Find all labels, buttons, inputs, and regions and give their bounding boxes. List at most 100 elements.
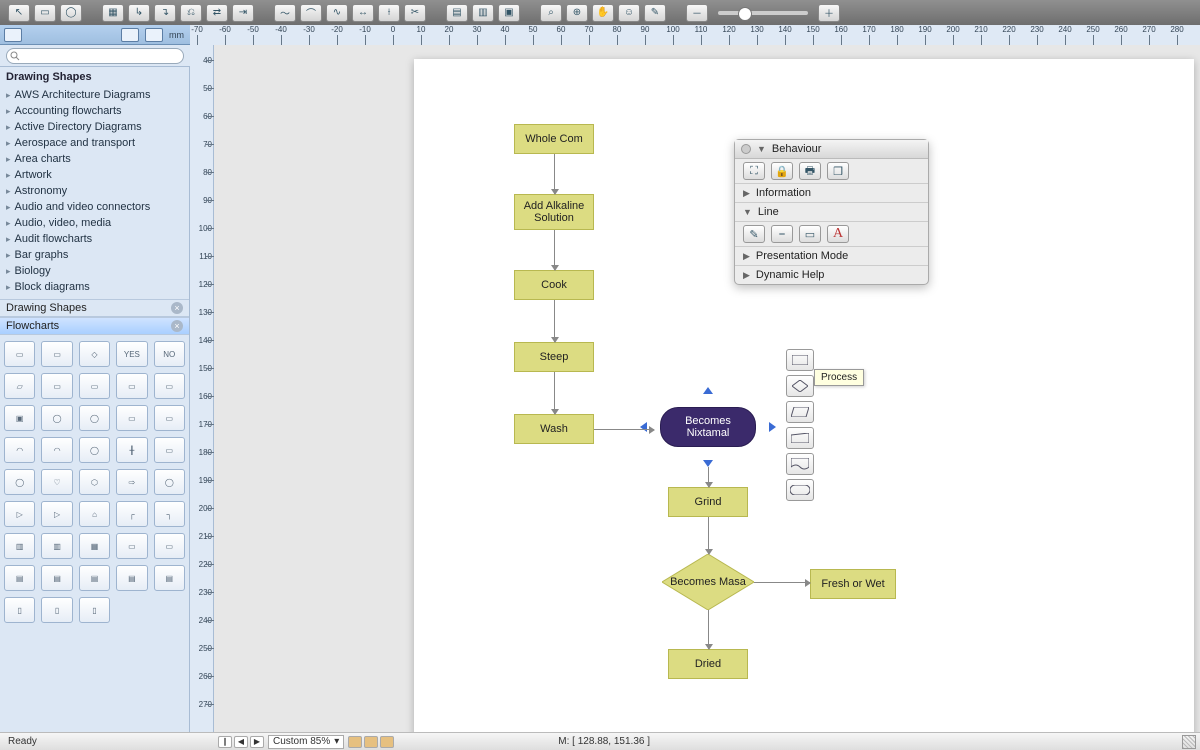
palette-shape-5[interactable]: ▱ [4, 373, 35, 399]
ellipse-tool-button[interactable]: ◯ [60, 4, 82, 22]
align-tool-button[interactable]: ▤ [446, 4, 468, 22]
connector-1[interactable] [554, 154, 555, 194]
node-whole-com[interactable]: Whole Com [514, 124, 594, 154]
palette-shape-21[interactable]: ♡ [41, 469, 72, 495]
node-add-alkaline[interactable]: Add Alkaline Solution [514, 194, 594, 230]
scroll-next-button[interactable]: ▶ [250, 736, 264, 748]
palette-shape-1[interactable]: ▭ [41, 341, 72, 367]
category-item-5[interactable]: Artwork [0, 167, 189, 183]
quick-shape-decision[interactable] [786, 375, 814, 397]
category-item-3[interactable]: Aerospace and transport [0, 135, 189, 151]
category-item-4[interactable]: Area charts [0, 151, 189, 167]
selection-marker-up-icon[interactable] [703, 387, 713, 394]
palette-shape-39[interactable]: ▤ [154, 565, 185, 591]
node-steep[interactable]: Steep [514, 342, 594, 372]
sidebar-search-input[interactable] [6, 48, 184, 64]
palette-shape-38[interactable]: ▤ [116, 565, 147, 591]
palette-shape-8[interactable]: ▭ [116, 373, 147, 399]
quick-shape-process[interactable] [786, 349, 814, 371]
connector-8[interactable] [754, 582, 810, 583]
palette-shape-24[interactable]: ◯ [154, 469, 185, 495]
palette-shape-20[interactable]: ◯ [4, 469, 35, 495]
zoom-fit-button[interactable]: ⌕ [540, 4, 562, 22]
connector-5[interactable] [594, 429, 654, 430]
palette-shape-18[interactable]: ╂ [116, 437, 147, 463]
palette-shape-25[interactable]: ▷ [4, 501, 35, 527]
palette-shape-32[interactable]: ▦ [79, 533, 110, 559]
tree-tool-button[interactable]: ⎌ [180, 4, 202, 22]
palette-shape-2[interactable]: ◇ [79, 341, 110, 367]
palette-shape-4[interactable]: NO [154, 341, 185, 367]
line-text-button[interactable]: A [827, 225, 849, 243]
palette-shape-6[interactable]: ▭ [41, 373, 72, 399]
category-item-1[interactable]: Accounting flowcharts [0, 103, 189, 119]
measure-tool-button[interactable]: ⟊ [378, 4, 400, 22]
quick-shape-data[interactable] [786, 401, 814, 423]
canvas-area[interactable]: Whole Com Add Alkaline Solution Cook Ste… [214, 45, 1200, 732]
quick-shape-terminator[interactable] [786, 479, 814, 501]
node-dried[interactable]: Dried [668, 649, 748, 679]
connector-7[interactable] [708, 517, 709, 554]
connector-9[interactable] [708, 610, 709, 649]
pointer-tool-button[interactable]: ↖ [8, 4, 30, 22]
panel-close-icon[interactable]: × [171, 320, 183, 332]
spline-tool-button[interactable]: ∿ [326, 4, 348, 22]
palette-shape-23[interactable]: ⇨ [116, 469, 147, 495]
palette-shape-10[interactable]: ▣ [4, 405, 35, 431]
page-tab-1[interactable] [348, 736, 362, 748]
palette-shape-33[interactable]: ▭ [116, 533, 147, 559]
cut-tool-button[interactable]: ✂ [404, 4, 426, 22]
scroll-prev-button[interactable]: ◀ [234, 736, 248, 748]
connector-6[interactable] [708, 467, 709, 487]
palette-shape-35[interactable]: ▤ [4, 565, 35, 591]
drawing-page[interactable]: Whole Com Add Alkaline Solution Cook Ste… [414, 59, 1194, 732]
connector-3[interactable] [554, 300, 555, 342]
panel-header-drawing-shapes[interactable]: Drawing Shapes× [0, 299, 189, 317]
zoom-level-dropdown[interactable]: Custom 85%▾ [268, 735, 344, 749]
lock-behaviour-button[interactable]: 🔒 [771, 162, 793, 180]
search-view-button[interactable] [145, 28, 163, 42]
node-becomes-masa[interactable]: Becomes Masa [662, 554, 754, 610]
page-tab-2[interactable] [364, 736, 378, 748]
arc-tool-button[interactable]: ⌒ [300, 4, 322, 22]
palette-shape-31[interactable]: ▥ [41, 533, 72, 559]
category-item-12[interactable]: Block diagrams [0, 279, 189, 295]
dimension-tool-button[interactable]: ↔ [352, 4, 374, 22]
zoom-out-button[interactable]: － [686, 4, 708, 22]
selection-marker-down-icon[interactable] [703, 460, 713, 467]
resize-grip-icon[interactable] [1182, 735, 1196, 749]
palette-shape-22[interactable]: ⬡ [79, 469, 110, 495]
quick-shape-manual[interactable] [786, 427, 814, 449]
line-end-button[interactable]: ⎯ [771, 225, 793, 243]
panel-close-icon[interactable] [741, 144, 751, 154]
behaviour-panel-title-bar[interactable]: ▼ Behaviour [735, 140, 928, 159]
zoom-slider[interactable] [718, 11, 808, 15]
palette-shape-11[interactable]: ◯ [41, 405, 72, 431]
behaviour-row-information[interactable]: ▶Information [735, 184, 928, 203]
pan-tool-button[interactable]: ✋ [592, 4, 614, 22]
palette-shape-28[interactable]: ┌ [116, 501, 147, 527]
behaviour-row-dynamic-help[interactable]: ▶Dynamic Help [735, 266, 928, 284]
node-cook[interactable]: Cook [514, 270, 594, 300]
rect-tool-button[interactable]: ▭ [34, 4, 56, 22]
library-toggle-button[interactable] [4, 28, 22, 42]
palette-shape-36[interactable]: ▤ [41, 565, 72, 591]
export-tool-button[interactable]: ⇥ [232, 4, 254, 22]
behaviour-row-presentation[interactable]: ▶Presentation Mode [735, 247, 928, 266]
category-item-7[interactable]: Audio and video connectors [0, 199, 189, 215]
palette-shape-30[interactable]: ▥ [4, 533, 35, 559]
zoom-in2-button[interactable]: ＋ [818, 4, 840, 22]
palette-shape-7[interactable]: ▭ [79, 373, 110, 399]
palette-shape-17[interactable]: ◯ [79, 437, 110, 463]
category-item-6[interactable]: Astronomy [0, 183, 189, 199]
category-item-0[interactable]: AWS Architecture Diagrams [0, 87, 189, 103]
person-tool-button[interactable]: ☺ [618, 4, 640, 22]
node-becomes-nixtamal[interactable]: Becomes Nixtamal [660, 407, 756, 447]
pen-tool-button[interactable]: ✎ [644, 4, 666, 22]
palette-shape-14[interactable]: ▭ [154, 405, 185, 431]
curve-tool-button[interactable]: 〜 [274, 4, 296, 22]
palette-shape-3[interactable]: YES [116, 341, 147, 367]
connector-2[interactable] [554, 230, 555, 270]
palette-shape-9[interactable]: ▭ [154, 373, 185, 399]
resize-behaviour-button[interactable]: ⛶ [743, 162, 765, 180]
